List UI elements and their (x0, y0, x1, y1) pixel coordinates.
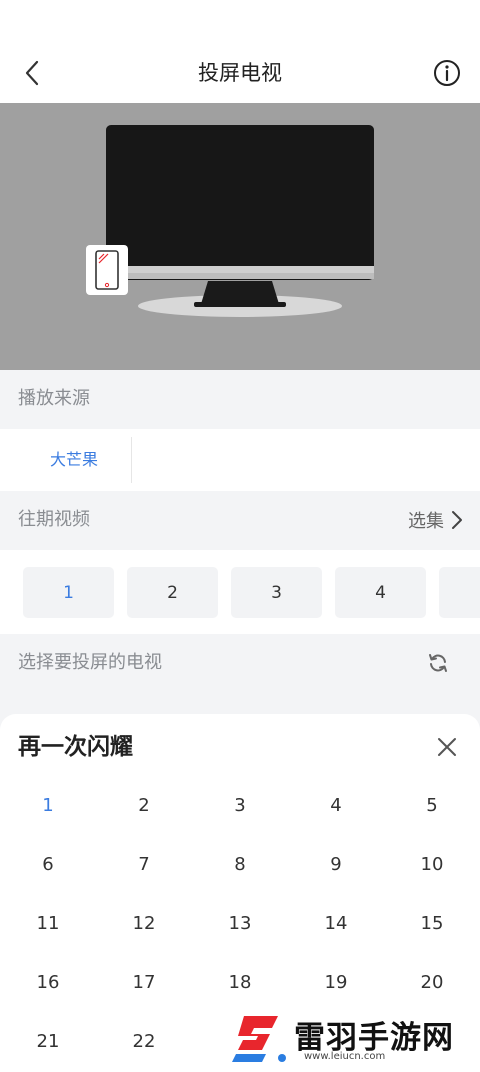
sheet-episode-8[interactable]: 8 (192, 835, 288, 894)
episodes-section-header: 往期视频 选集 (0, 491, 480, 549)
watermark: 雷羽手游网 www.leiucn.com (232, 1010, 477, 1068)
episode-button-3[interactable]: 3 (231, 567, 322, 618)
watermark-url: www.leiucn.com (304, 1051, 386, 1062)
tv-icon (106, 125, 374, 317)
sheet-episode-4[interactable]: 4 (288, 776, 384, 835)
source-section-header: 播放来源 (0, 370, 480, 428)
sheet-episode-7[interactable]: 7 (96, 835, 192, 894)
top-bar: 投屏电视 (0, 0, 480, 103)
episode-button-partial[interactable] (439, 567, 480, 618)
sheet-episode-15[interactable]: 15 (384, 894, 480, 953)
sheet-episode-17[interactable]: 17 (96, 953, 192, 1012)
sheet-title: 再一次闪耀 (18, 734, 133, 760)
sheet-episode-12[interactable]: 12 (96, 894, 192, 953)
sheet-episode-22[interactable]: 22 (96, 1012, 192, 1071)
page-title: 投屏电视 (198, 61, 282, 85)
episodes-label: 往期视频 (18, 509, 90, 530)
cast-illustration (0, 103, 480, 370)
close-icon[interactable] (436, 736, 458, 758)
divider (131, 437, 132, 483)
sheet-episode-20[interactable]: 20 (384, 953, 480, 1012)
sheet-episode-6[interactable]: 6 (0, 835, 96, 894)
sheet-episode-19[interactable]: 19 (288, 953, 384, 1012)
source-label: 播放来源 (18, 388, 90, 409)
sheet-episode-13[interactable]: 13 (192, 894, 288, 953)
select-episode-button[interactable]: 选集 (408, 491, 464, 549)
sheet-episode-3[interactable]: 3 (192, 776, 288, 835)
tv-section-header: 选择要投屏的电视 (0, 634, 480, 692)
select-episode-label: 选集 (408, 511, 444, 532)
sheet-episode-5[interactable]: 5 (384, 776, 480, 835)
tv-label: 选择要投屏的电视 (18, 652, 162, 673)
episodes-strip: 1 2 3 4 (0, 550, 480, 634)
sheet-episode-14[interactable]: 14 (288, 894, 384, 953)
sheet-episode-10[interactable]: 10 (384, 835, 480, 894)
sheet-episode-11[interactable]: 11 (0, 894, 96, 953)
sheet-episode-2[interactable]: 2 (96, 776, 192, 835)
episode-button-2[interactable]: 2 (127, 567, 218, 618)
watermark-logo-icon (232, 1016, 286, 1062)
info-icon[interactable] (432, 58, 462, 88)
sheet-episode-18[interactable]: 18 (192, 953, 288, 1012)
source-item[interactable]: 大芒果 (18, 429, 130, 491)
source-list: 大芒果 (0, 429, 480, 491)
phone-icon (86, 245, 128, 295)
sheet-episode-1[interactable]: 1 (0, 776, 96, 835)
sheet-episode-21[interactable]: 21 (0, 1012, 96, 1071)
episode-button-1[interactable]: 1 (23, 567, 114, 618)
sheet-episode-9[interactable]: 9 (288, 835, 384, 894)
episode-button-4[interactable]: 4 (335, 567, 426, 618)
chevron-right-icon (452, 511, 462, 529)
sheet-episode-16[interactable]: 16 (0, 953, 96, 1012)
refresh-icon[interactable] (426, 651, 450, 675)
